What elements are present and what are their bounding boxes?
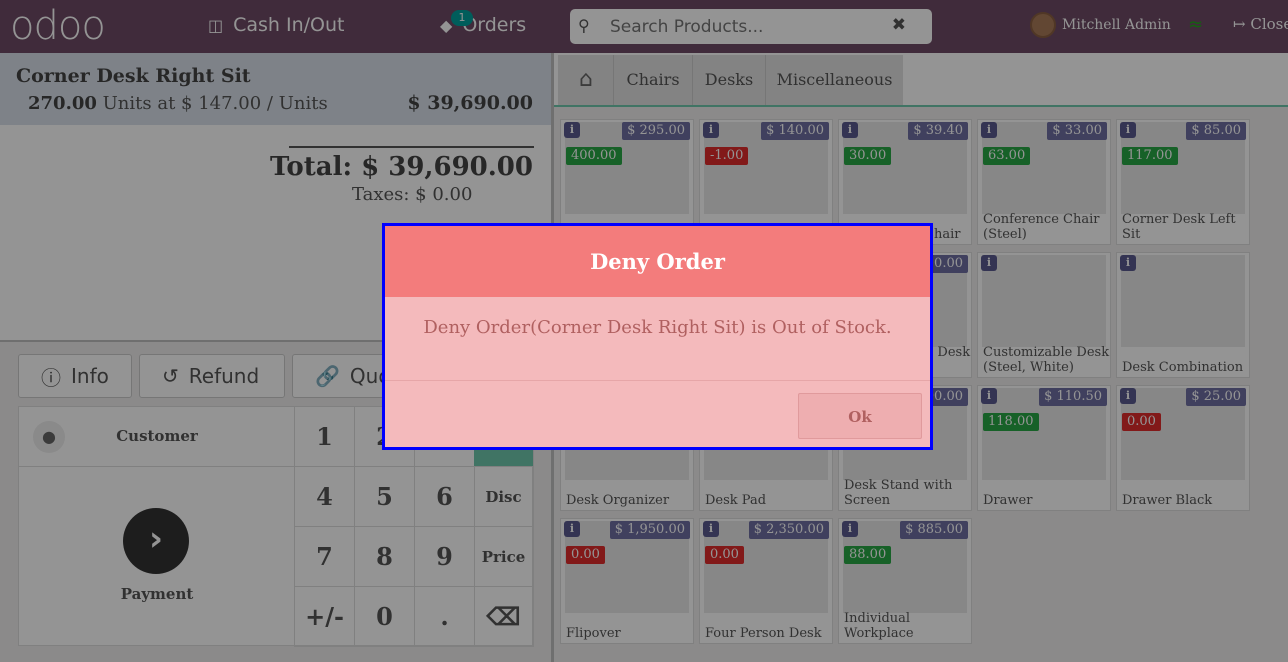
dialog-divider — [385, 380, 930, 381]
ok-button[interactable]: Ok — [798, 393, 922, 439]
deny-order-dialog: Deny Order Deny Order(Corner Desk Right … — [382, 223, 933, 450]
dialog-message: Deny Order(Corner Desk Right Sit) is Out… — [423, 317, 892, 338]
dialog-title: Deny Order — [385, 226, 930, 297]
